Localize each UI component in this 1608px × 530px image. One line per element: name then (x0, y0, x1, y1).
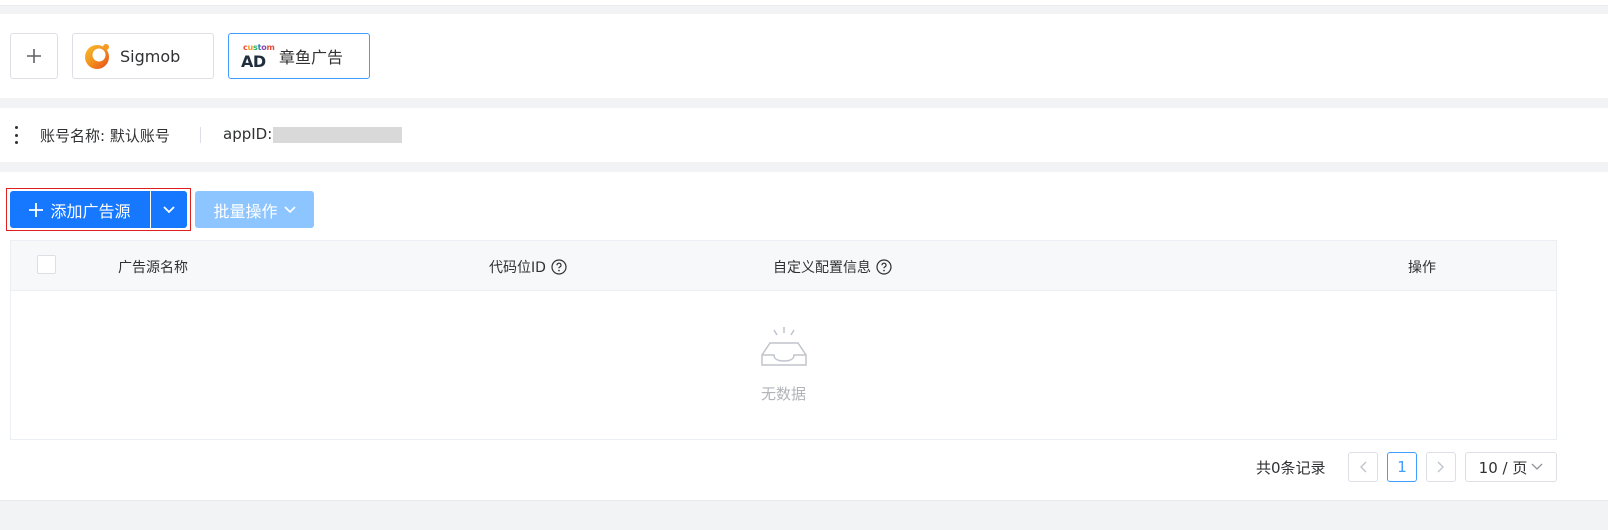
chevron-right-icon (1437, 461, 1444, 473)
chevron-down-icon (283, 205, 296, 213)
ad-source-table: 广告源名称 代码位ID 自定义配置信息 操作 无数据 (10, 240, 1557, 440)
top-strip (0, 0, 1608, 6)
add-ad-source-label: 添加广告源 (50, 201, 131, 221)
help-circle-icon[interactable] (876, 259, 892, 275)
network-tab-custom-ad[interactable]: custom AD 章鱼广告 (228, 33, 370, 79)
table-empty-state: 无数据 (11, 291, 1556, 439)
table-header: 广告源名称 代码位ID 自定义配置信息 操作 (11, 241, 1556, 291)
batch-operation-label: 批量操作 (213, 201, 278, 221)
chevron-down-icon (163, 205, 175, 213)
network-tab-sigmob[interactable]: Sigmob (72, 33, 214, 79)
plus-icon (27, 49, 41, 63)
pagination-next-button[interactable] (1426, 452, 1456, 482)
help-circle-icon[interactable] (551, 259, 567, 275)
custom-ad-logo-icon: custom AD (241, 43, 275, 71)
page-size-select[interactable]: 10 / 页 (1465, 452, 1557, 482)
select-all-checkbox[interactable] (37, 255, 56, 274)
pagination-total: 共0条记录 (1256, 459, 1326, 477)
column-header-actions: 操作 (1408, 260, 1436, 276)
chevron-left-icon (1360, 461, 1367, 473)
column-header-custom-config: 自定义配置信息 (773, 257, 892, 277)
more-vertical-icon[interactable] (12, 126, 20, 144)
pagination-prev-button[interactable] (1348, 452, 1378, 482)
column-header-source-name: 广告源名称 (118, 260, 188, 276)
appid-value-redacted (273, 127, 402, 143)
add-ad-source-dropdown-button[interactable] (151, 191, 187, 228)
pagination-page-current[interactable]: 1 (1387, 452, 1417, 482)
add-ad-source-button[interactable]: 添加广告源 (10, 191, 150, 228)
network-tabs-panel: Sigmob custom AD 章鱼广告 (0, 14, 1608, 98)
ad-source-panel: 添加广告源 批量操作 广告源名称 代码位ID 自定义配置信息 操作 无数据 共0… (0, 172, 1608, 500)
network-tab-label: Sigmob (120, 46, 181, 66)
network-tab-label: 章鱼广告 (279, 48, 344, 67)
plus-icon (29, 202, 44, 217)
page-size-value: 10 / 页 (1478, 458, 1528, 477)
batch-operation-button[interactable]: 批量操作 (195, 191, 314, 228)
empty-inbox-icon (761, 327, 807, 366)
appid-label: appID: (223, 125, 273, 143)
chevron-down-icon (1531, 463, 1543, 470)
sigmob-logo-icon (85, 44, 109, 69)
account-info-bar: 账号名称: 默认账号 appID: (0, 108, 1608, 162)
column-header-slot-id: 代码位ID (489, 257, 567, 277)
add-network-button[interactable] (10, 33, 58, 79)
divider (200, 127, 201, 143)
empty-text: 无数据 (760, 385, 806, 403)
account-name: 账号名称: 默认账号 (40, 127, 170, 145)
bottom-strip (0, 500, 1608, 530)
